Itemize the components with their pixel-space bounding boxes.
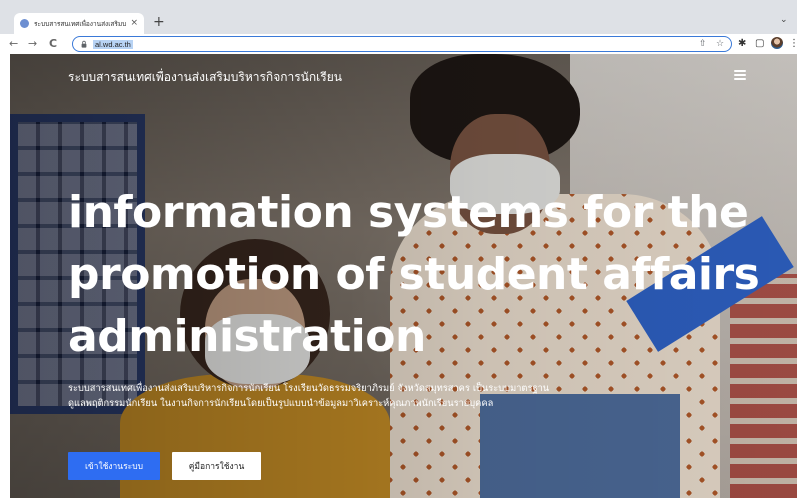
lock-icon <box>81 40 87 48</box>
extensions-icon[interactable]: ✱ <box>738 37 746 51</box>
favicon-icon <box>20 19 29 28</box>
url-text[interactable]: al.wd.ac.th <box>93 39 133 49</box>
login-button[interactable]: เข้าใช้งานระบบ <box>68 452 160 480</box>
tab-title: ระบบสารสนเทศเพื่องานส่งเสริมบริหาร <box>34 19 127 28</box>
menu-toggle-icon[interactable] <box>734 70 746 80</box>
tab-close-icon[interactable]: × <box>130 19 138 28</box>
browser-chrome: ระบบสารสนเทศเพื่องานส่งเสริมบริหาร × + ⌄… <box>0 0 797 54</box>
share-icon[interactable]: ⇧ <box>699 37 707 51</box>
forward-icon[interactable]: → <box>28 37 37 51</box>
hero-headline: information systems for the promotion of… <box>68 187 760 362</box>
side-panel-icon[interactable]: ▢ <box>755 37 764 51</box>
hero-description: ระบบสารสนเทศเพื่องานส่งเสริมบริหารกิจการ… <box>68 383 550 409</box>
new-tab-button[interactable]: + <box>153 15 165 29</box>
back-icon[interactable]: ← <box>9 37 18 51</box>
tab-search-icon[interactable]: ⌄ <box>780 15 788 25</box>
site-title[interactable]: ระบบสารสนเทศเพื่องานส่งเสริมบริหารกิจการ… <box>68 68 342 87</box>
bookmark-star-icon[interactable]: ☆ <box>716 37 724 51</box>
menu-bar <box>734 78 746 80</box>
browser-tab[interactable]: ระบบสารสนเทศเพื่องานส่งเสริมบริหาร × <box>14 13 144 34</box>
profile-avatar[interactable] <box>771 37 783 49</box>
browser-toolbar: ← → C al.wd.ac.th ⇧ ☆ ✱ ▢ ⋮ <box>0 34 797 54</box>
address-bar[interactable]: al.wd.ac.th <box>72 36 732 52</box>
menu-bar <box>734 74 746 76</box>
menu-bar <box>734 70 746 72</box>
tab-strip: ระบบสารสนเทศเพื่องานส่งเสริมบริหาร × + ⌄ <box>0 0 797 34</box>
user-manual-button[interactable]: คู่มือการใช้งาน <box>172 452 261 480</box>
reload-icon[interactable]: C <box>49 37 57 51</box>
page-viewport: ระบบสารสนเทศเพื่องานส่งเสริมบริหารกิจการ… <box>0 54 797 498</box>
browser-menu-icon[interactable]: ⋮ <box>789 37 797 51</box>
